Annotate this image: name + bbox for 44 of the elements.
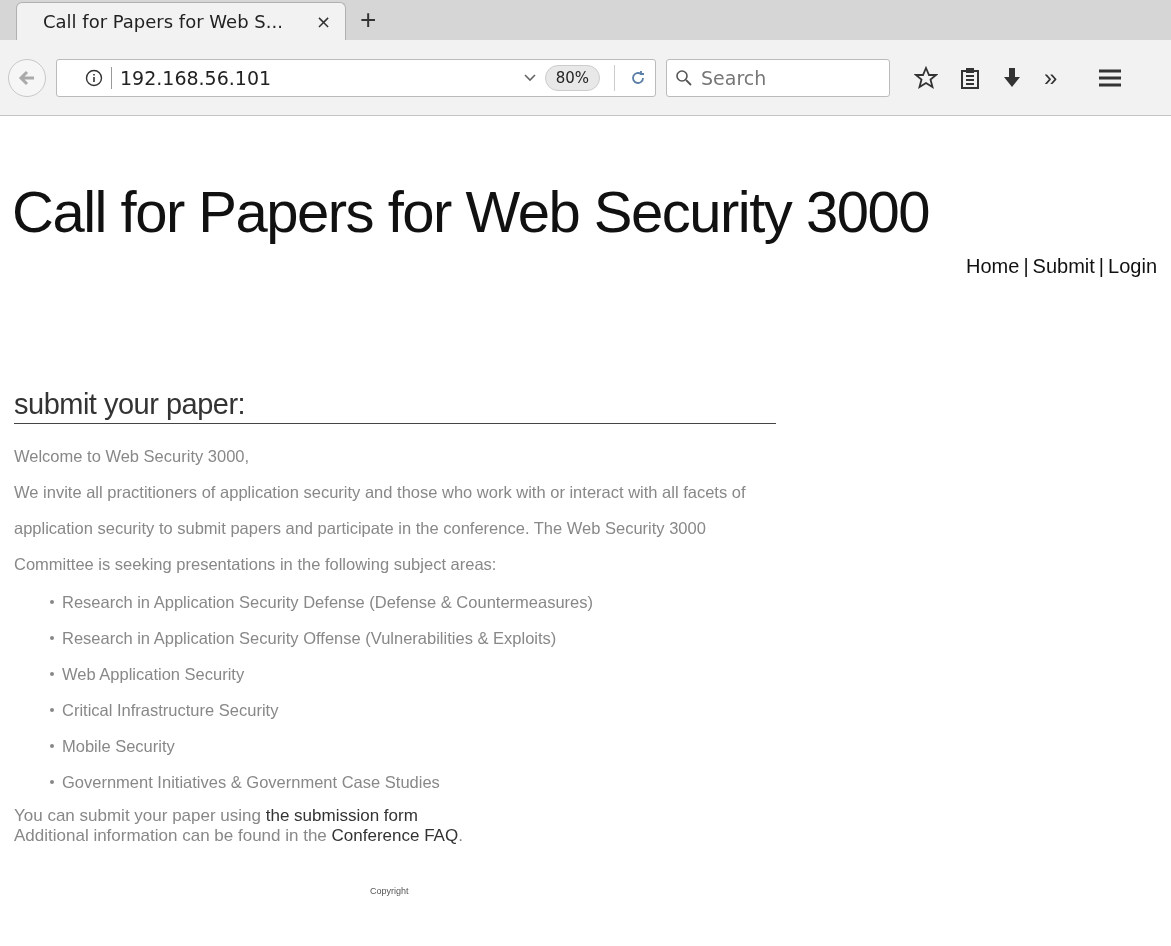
greeting-text: Welcome to Web Security 3000,: [14, 446, 251, 467]
menu-icon[interactable]: [1099, 68, 1122, 87]
bullet-icon: [50, 672, 54, 676]
nav-separator: |: [1023, 255, 1029, 278]
topic-item: Critical Infrastructure Security: [62, 700, 279, 721]
nav-link[interactable]: Home: [966, 255, 1020, 278]
new-tab-button[interactable]: +: [360, 4, 377, 36]
search-field[interactable]: Search: [666, 58, 890, 97]
topic-item: Web Application Security: [62, 664, 245, 685]
reload-icon[interactable]: [629, 68, 647, 87]
intro-paragraph: We invite all practitioners of application security and those who work with or interact with all facets of application security to submit papers and participate in the conference. The Web Security 3000 Committee is seeking presentations in the following subject areas:: [14, 482, 747, 575]
text-link[interactable]: Conference FAQ: [331, 826, 459, 845]
info-sentence: You can submit your paper using the submission form: [14, 806, 419, 826]
tab-close-button[interactable]: ×: [315, 11, 331, 32]
dropdown-icon[interactable]: [522, 72, 537, 83]
star-icon[interactable]: [914, 65, 938, 90]
bullet-icon: [50, 780, 54, 784]
zoom-level-button[interactable]: 80%: [544, 64, 600, 91]
copyright-text: Copyright: [370, 886, 410, 896]
topic-item: Research in Application Security Defense (Defense & Countermeasures): [62, 592, 593, 613]
page-title: Call for Papers for Web Security 3000: [12, 178, 930, 245]
bullet-icon: [50, 744, 54, 748]
info-icon[interactable]: [85, 68, 103, 87]
nav-link[interactable]: Submit: [1032, 255, 1095, 278]
bullet-icon: [50, 708, 54, 712]
topic-item: Government Initiatives & Government Case Studies: [62, 772, 440, 793]
nav-link[interactable]: Login: [1108, 255, 1157, 278]
bullet-icon: [50, 636, 54, 640]
text-link[interactable]: the submission form: [265, 806, 418, 825]
topic-item: Mobile Security: [62, 736, 175, 757]
browser-tab[interactable]: Call for Papers for Web S... ×: [16, 2, 346, 40]
search-icon: [675, 68, 693, 87]
download-icon[interactable]: [1002, 66, 1022, 89]
overflow-button[interactable]: »: [1044, 63, 1058, 92]
clipboard-icon[interactable]: [960, 66, 980, 89]
section-heading: submit your paper:: [14, 388, 776, 424]
nav-separator: |: [1098, 255, 1105, 278]
back-arrow-icon: [18, 68, 36, 87]
address-bar[interactable]: 192.168.56.101 80%: [56, 58, 656, 97]
tab-title: Call for Papers for Web S...: [43, 11, 283, 32]
url-text: 192.168.56.101: [111, 66, 515, 89]
bullet-icon: [50, 600, 54, 604]
info-sentence: Additional information can be found in the Conference FAQ.: [14, 826, 464, 846]
topic-item: Research in Application Security Offense (Vulnerabilities & Exploits): [62, 628, 557, 649]
